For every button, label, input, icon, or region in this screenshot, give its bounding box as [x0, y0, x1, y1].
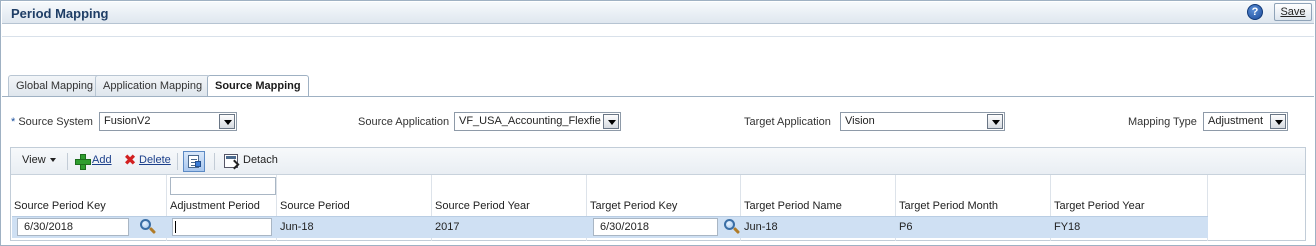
add-button[interactable]: Add — [92, 154, 112, 166]
column-header-target-period-year[interactable]: Target Period Year — [1051, 200, 1145, 212]
tab-application-mapping[interactable]: Application Mapping — [95, 75, 211, 96]
column-header-target-period-month[interactable]: Target Period Month — [896, 200, 998, 212]
tab-label: Application Mapping — [103, 80, 203, 92]
tab-global-mapping[interactable]: Global Mapping — [8, 75, 102, 96]
tab-source-mapping[interactable]: Source Mapping — [207, 75, 309, 97]
source-period-key-value: 6/30/2018 — [24, 221, 73, 233]
search-icon[interactable] — [139, 218, 157, 236]
toolbar-separator — [214, 153, 215, 170]
column-header-target-period-name[interactable]: Target Period Name — [741, 200, 842, 212]
table-row[interactable]: 6/30/2018 Jun-18 2017 6/30/2018 Jun-18 P… — [12, 216, 1208, 238]
chevron-down-icon — [49, 158, 56, 162]
add-icon[interactable] — [75, 154, 91, 170]
header-divider — [2, 36, 1314, 37]
search-icon-handle — [148, 226, 157, 235]
save-button[interactable]: Save — [1274, 3, 1312, 21]
period-mapping-window: Period Mapping ? Save Global Mapping App… — [0, 0, 1316, 246]
toolbar-separator — [67, 153, 68, 170]
view-menu-label: View — [22, 154, 46, 166]
source-system-value: FusionV2 — [104, 115, 151, 127]
edit-icon — [195, 161, 201, 167]
source-system-label-text: Source System — [18, 116, 93, 128]
adjustment-period-input[interactable] — [172, 218, 272, 236]
column-header-source-period[interactable]: Source Period — [277, 200, 350, 212]
target-period-month-cell: P6 — [899, 221, 913, 233]
column-header-target-period-key[interactable]: Target Period Key — [587, 200, 677, 212]
chevron-down-icon[interactable] — [987, 114, 1003, 129]
chevron-down-icon[interactable] — [219, 114, 235, 129]
search-icon-handle — [732, 226, 741, 235]
column-header-source-period-year[interactable]: Source Period Year — [432, 200, 530, 212]
adjustment-period-filter-input[interactable] — [170, 177, 276, 195]
target-period-name-cell: Jun-18 — [744, 221, 778, 233]
source-application-select[interactable]: VF_USA_Accounting_Flexfie — [454, 112, 621, 131]
detach-icon[interactable] — [224, 154, 238, 168]
tab-label: Source Mapping — [215, 80, 301, 92]
source-period-year-cell: 2017 — [435, 221, 460, 233]
mapping-type-label: Mapping Type — [1128, 116, 1197, 128]
search-icon[interactable] — [723, 218, 741, 236]
column-header-source-period-key[interactable]: Source Period Key — [11, 200, 106, 212]
required-marker: * — [11, 116, 16, 128]
table-header-row: Source Period Key Adjustment Period Sour… — [11, 199, 1208, 216]
target-period-year-cell: FY18 — [1054, 221, 1081, 233]
chevron-down-icon[interactable] — [1270, 114, 1286, 129]
save-button-label: Save — [1280, 6, 1306, 18]
toolbar-separator — [177, 153, 178, 170]
source-period-key-input[interactable]: 6/30/2018 — [17, 218, 129, 236]
query-by-example-button[interactable] — [183, 151, 205, 172]
tab-divider — [2, 96, 1314, 97]
column-header-adjustment-period[interactable]: Adjustment Period — [167, 200, 260, 212]
detach-button[interactable]: Detach — [243, 154, 278, 166]
mapping-type-select[interactable]: Adjustment — [1203, 112, 1288, 131]
target-period-key-input[interactable]: 6/30/2018 — [593, 218, 718, 236]
source-application-value: VF_USA_Accounting_Flexfie — [459, 115, 601, 127]
filter-row — [11, 175, 1305, 199]
source-system-select[interactable]: FusionV2 — [99, 112, 237, 131]
page-header: Period Mapping ? Save — [2, 2, 1314, 24]
source-system-label: * Source System — [11, 116, 93, 128]
page-title: Period Mapping — [11, 6, 109, 21]
tab-label: Global Mapping — [16, 80, 94, 92]
mapping-table-panel: View Add ✖ Delete Detach Source Period K… — [10, 147, 1306, 241]
target-application-value: Vision — [845, 115, 875, 127]
mapping-type-value: Adjustment — [1208, 115, 1264, 127]
target-application-label: Target Application — [744, 116, 831, 128]
help-icon[interactable]: ? — [1247, 4, 1263, 20]
delete-icon[interactable]: ✖ — [123, 153, 137, 168]
target-period-key-value: 6/30/2018 — [600, 221, 649, 233]
target-application-select[interactable]: Vision — [840, 112, 1005, 131]
view-menu[interactable]: View — [22, 154, 56, 166]
chevron-down-icon[interactable] — [603, 114, 619, 129]
source-application-label: Source Application — [358, 116, 450, 128]
delete-button[interactable]: Delete — [139, 154, 171, 166]
table-toolbar: View Add ✖ Delete Detach — [11, 148, 1305, 175]
source-period-cell: Jun-18 — [280, 221, 314, 233]
